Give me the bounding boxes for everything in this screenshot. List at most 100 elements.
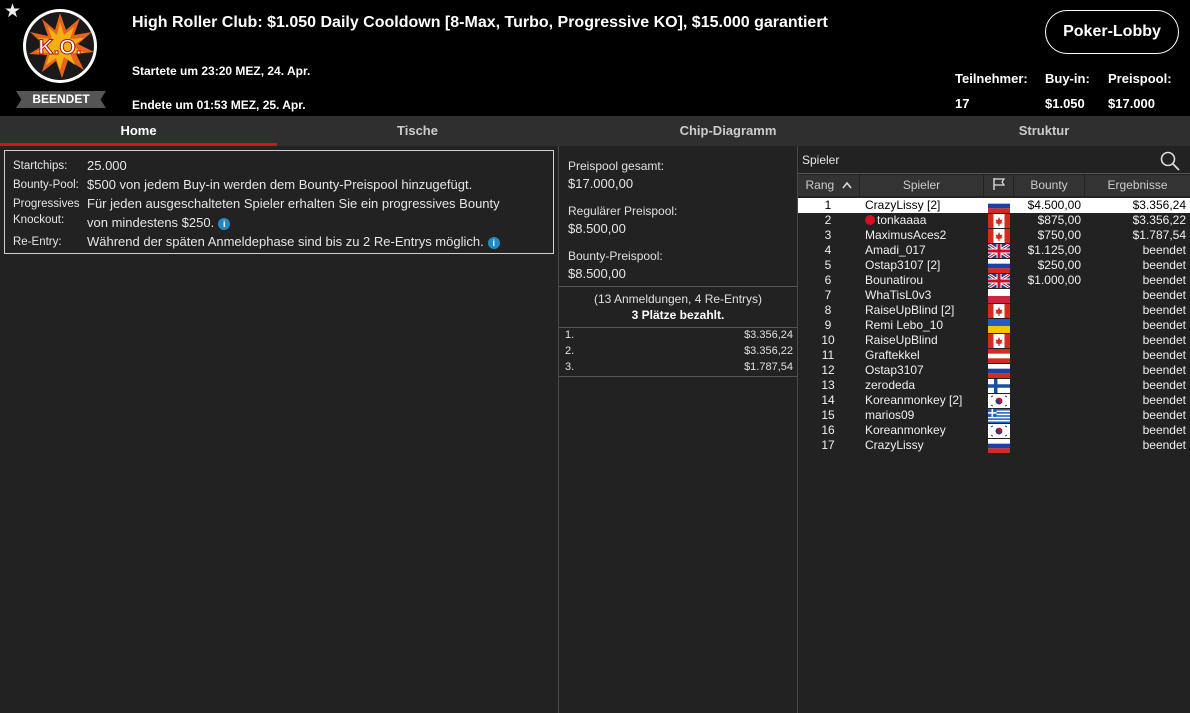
player-bounty xyxy=(1014,288,1081,303)
player-row[interactable]: 11 Graftekkel beendet xyxy=(798,348,1190,363)
player-row[interactable]: 3 MaximusAces2 $750,00 $1.787,54 xyxy=(798,228,1190,243)
player-result: beendet xyxy=(1142,393,1186,407)
info-icon[interactable]: i xyxy=(218,218,231,230)
player-row[interactable]: 15 marios09 beendet xyxy=(798,408,1190,423)
player-rank: 2 xyxy=(824,213,832,227)
start-time: Startete um 23:20 MEZ, 24. Apr. xyxy=(132,64,311,78)
pko-label-line1: Progressives xyxy=(13,198,80,210)
player-name-text: RaiseUpBlind xyxy=(865,333,938,347)
player-row[interactable]: 6 Bounatirou $1.000,00 beendet xyxy=(798,273,1190,288)
player-bounty xyxy=(1014,423,1081,438)
payout-amount: $3.356,22 xyxy=(744,345,793,357)
player-bounty: $875,00 xyxy=(1037,213,1081,227)
player-bounty: $4.500,00 xyxy=(1027,198,1081,212)
player-row[interactable]: 2 tonkaaaa $875,00 $3.356,22 xyxy=(798,213,1190,228)
player-rank: 9 xyxy=(824,318,832,332)
player-name-text: Remi Lebo_10 xyxy=(865,318,944,332)
player-rank: 1 xyxy=(824,198,832,212)
greece-flag-icon xyxy=(988,409,1010,423)
player-bounty: $1.125,00 xyxy=(1027,243,1081,257)
player-search-input[interactable] xyxy=(802,150,1152,170)
ko-logo-icon: K.O. xyxy=(23,9,97,83)
reentry-value: Während der späten Anmeldephase sind bis… xyxy=(87,232,500,251)
pko-value-line1: Für jeden ausgeschalteten Spieler erhalt… xyxy=(87,196,500,211)
south-korea-flag-icon xyxy=(988,394,1010,408)
canada-flag-icon xyxy=(988,304,1010,318)
canada-flag-icon xyxy=(988,334,1010,348)
tab-tables[interactable]: Tische xyxy=(277,116,558,146)
favorite-star-icon[interactable]: ★ xyxy=(4,2,22,21)
player-rank: 11 xyxy=(821,348,835,362)
payout-amount: $3.356,24 xyxy=(744,329,793,341)
column-player[interactable]: Spieler xyxy=(860,175,984,196)
player-search-bar xyxy=(798,146,1190,174)
players-label: Teilnehmer: xyxy=(955,71,1028,86)
player-bounty xyxy=(1014,303,1081,318)
players-panel: Rang Spieler Bounty Ergebnisse 1 CrazyLis… xyxy=(798,146,1190,713)
player-row[interactable]: 4 Amadi_017 $1.125,00 beendet xyxy=(798,243,1190,258)
finland-flag-icon xyxy=(988,379,1010,393)
player-result: $3.356,22 xyxy=(1132,213,1186,227)
player-name-text: Koreanmonkey [2] xyxy=(865,393,963,407)
player-name: MaximusAces2 xyxy=(865,228,983,243)
player-name-text: RaiseUpBlind [2] xyxy=(865,303,955,317)
tab-chip-chart[interactable]: Chip-Diagramm xyxy=(558,116,898,146)
player-result: beendet xyxy=(1142,378,1186,392)
logo-text: K.O. xyxy=(38,36,81,59)
payout-row: 3. $1.787,54 xyxy=(559,361,797,377)
player-rank: 3 xyxy=(824,228,832,242)
player-row[interactable]: 16 Koreanmonkey beendet xyxy=(798,423,1190,438)
end-time: Endete um 01:53 MEZ, 25. Apr. xyxy=(132,98,306,112)
player-row[interactable]: 10 RaiseUpBlind beendet xyxy=(798,333,1190,348)
player-row[interactable]: 1 CrazyLissy [2] $4.500,00 $3.356,24 xyxy=(798,198,1190,213)
player-name: Ostap3107 xyxy=(865,363,983,378)
player-bounty xyxy=(1014,378,1081,393)
player-result: beendet xyxy=(1142,363,1186,377)
player-result: beendet xyxy=(1142,273,1186,287)
player-name: marios09 xyxy=(865,408,983,423)
divider xyxy=(559,327,797,328)
bounty-pool-label: Bounty-Preispool: xyxy=(568,249,663,263)
player-row[interactable]: 9 Remi Lebo_10 beendet xyxy=(798,318,1190,333)
column-bounty[interactable]: Bounty xyxy=(1014,175,1085,196)
player-name: Koreanmonkey [2] xyxy=(865,393,983,408)
status-badge: BEENDET xyxy=(16,91,106,108)
info-icon[interactable]: i xyxy=(487,237,500,249)
tournament-info-box: Startchips: 25.000 Bounty-Pool: $500 von… xyxy=(4,150,554,254)
column-results[interactable]: Ergebnisse xyxy=(1085,175,1190,196)
player-result: beendet xyxy=(1142,333,1186,347)
player-row[interactable]: 14 Koreanmonkey [2] beendet xyxy=(798,393,1190,408)
tab-home[interactable]: Home xyxy=(0,116,277,146)
search-icon[interactable] xyxy=(1160,151,1180,171)
player-result: beendet xyxy=(1142,318,1186,332)
player-name: Graftekkel xyxy=(865,348,983,363)
player-result: beendet xyxy=(1142,258,1186,272)
payout-amount: $1.787,54 xyxy=(744,361,793,373)
player-result: $3.356,24 xyxy=(1132,198,1186,212)
poker-lobby-button[interactable]: Poker-Lobby xyxy=(1045,10,1179,54)
player-row[interactable]: 17 CrazyLissy beendet xyxy=(798,438,1190,453)
column-country[interactable] xyxy=(984,175,1014,196)
reentry-value-text: Während der späten Anmeldephase sind bis… xyxy=(87,234,484,249)
russia-flag-icon xyxy=(988,259,1010,273)
paid-places: 3 Plätze bezahlt. xyxy=(631,308,725,322)
player-row[interactable]: 12 Ostap3107 beendet xyxy=(798,363,1190,378)
player-rank: 7 xyxy=(824,288,832,302)
russia-flag-icon xyxy=(988,199,1010,213)
bountypool-label: Bounty-Pool: xyxy=(13,179,79,191)
player-rank: 6 xyxy=(824,273,832,287)
tab-structure[interactable]: Struktur xyxy=(898,116,1190,146)
player-name: Bounatirou xyxy=(865,273,983,288)
regular-pool-value: $8.500,00 xyxy=(568,221,626,236)
player-name-text: CrazyLissy [2] xyxy=(865,198,941,212)
player-rank: 14 xyxy=(821,393,835,407)
prizepool-label: Preispool: xyxy=(1108,71,1172,86)
bounty-pool-value: $8.500,00 xyxy=(568,266,626,281)
player-row[interactable]: 8 RaiseUpBlind [2] beendet xyxy=(798,303,1190,318)
player-row[interactable]: 13 zerodeda beendet xyxy=(798,378,1190,393)
player-row[interactable]: 5 Ostap3107 [2] $250,00 beendet xyxy=(798,258,1190,273)
column-rank[interactable]: Rang xyxy=(798,175,860,196)
player-name-text: CrazyLissy xyxy=(865,438,924,452)
player-rank: 4 xyxy=(824,243,832,257)
player-row[interactable]: 7 WhaTisL0v3 beendet xyxy=(798,288,1190,303)
